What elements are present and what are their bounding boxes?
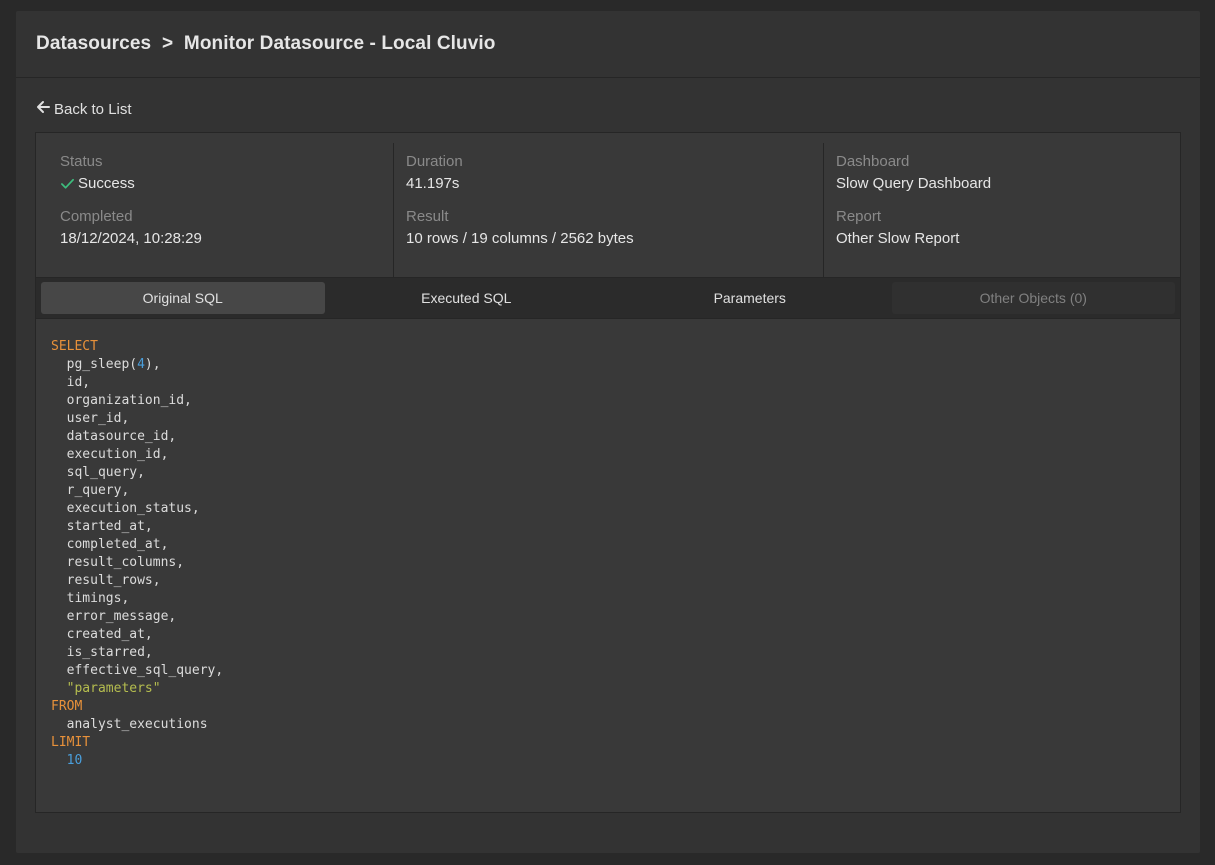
sql-token: pg_sleep(	[51, 357, 138, 372]
sql-line: effective_sql_query,	[51, 662, 1180, 680]
sql-line: user_id,	[51, 410, 1180, 428]
sql-token-num: 4	[137, 357, 145, 372]
sql-token: result_rows,	[51, 573, 161, 588]
tab-executed-sql[interactable]: Executed SQL	[325, 282, 609, 314]
sql-line: 10	[51, 752, 1180, 770]
sql-line: result_columns,	[51, 554, 1180, 572]
sql-line: error_message,	[51, 608, 1180, 626]
meta-column-status: Status Success Completed 18/12/2024, 10:…	[36, 143, 393, 277]
sql-line: is_starred,	[51, 644, 1180, 662]
sql-token: result_columns,	[51, 555, 185, 570]
execution-metadata: Status Success Completed 18/12/2024, 10:…	[36, 133, 1180, 277]
sql-token: effective_sql_query,	[51, 663, 224, 678]
sql-token: analyst_executions	[51, 717, 208, 732]
sql-line: LIMIT	[51, 734, 1180, 752]
arrow-left-icon	[36, 100, 50, 118]
sql-token: ),	[144, 357, 161, 372]
status-text: Success	[78, 175, 135, 192]
status-value: Success	[60, 172, 393, 195]
sql-token-num: 10	[66, 753, 83, 768]
sql-token: error_message,	[51, 609, 177, 624]
result-value: 10 rows / 19 columns / 2562 bytes	[406, 230, 634, 247]
sql-line: analyst_executions	[51, 716, 1180, 734]
sql-line: r_query,	[51, 482, 1180, 500]
tab-other-objects: Other Objects (0)	[891, 282, 1175, 314]
sql-line: sql_query,	[51, 464, 1180, 482]
completed-value: 18/12/2024, 10:28:29	[60, 230, 202, 247]
sql-token-kw: LIMIT	[51, 735, 91, 750]
tab-parameters[interactable]: Parameters	[608, 282, 892, 314]
breadcrumb-separator-glyph: >	[161, 33, 174, 54]
sql-line: pg_sleep(4),	[51, 356, 1180, 374]
back-to-list-label: Back to List	[54, 100, 132, 118]
sql-token: datasource_id,	[51, 429, 177, 444]
sql-token: is_starred,	[51, 645, 153, 660]
breadcrumb: Datasources > Monitor Datasource - Local…	[36, 33, 495, 55]
report-value: Other Slow Report	[836, 230, 960, 247]
sql-line: execution_status,	[51, 500, 1180, 518]
sql-line: "parameters"	[51, 680, 1180, 698]
meta-column-duration: Duration 41.197s Result 10 rows / 19 col…	[393, 143, 823, 277]
sql-token: timings,	[51, 591, 130, 606]
sql-token: created_at,	[51, 627, 153, 642]
duration-value: 41.197s	[406, 175, 460, 192]
sql-token: execution_id,	[51, 447, 169, 462]
breadcrumb-space	[173, 33, 178, 54]
sql-token-str: "parameters"	[66, 681, 161, 696]
sql-line: result_rows,	[51, 572, 1180, 590]
sql-token: user_id,	[51, 411, 130, 426]
status-label: Status	[60, 153, 103, 170]
duration-label: Duration	[406, 153, 463, 170]
sql-token: sql_query,	[51, 465, 145, 480]
dashboard-value: Slow Query Dashboard	[836, 175, 992, 192]
report-label: Report	[836, 208, 882, 225]
meta-column-dashboard: Dashboard Slow Query Dashboard Report Ot…	[823, 143, 1169, 277]
sql-code-viewer[interactable]: SELECT pg_sleep(4), id, organization_id,…	[36, 319, 1180, 770]
sql-token: id,	[51, 375, 91, 390]
dashboard-label: Dashboard	[836, 153, 910, 170]
breadcrumb-datasources-link[interactable]: Datasources	[36, 33, 151, 54]
sql-line: datasource_id,	[51, 428, 1180, 446]
sql-tabs: Original SQL Executed SQL Parameters Oth…	[36, 277, 1180, 319]
sql-token: organization_id,	[51, 393, 192, 408]
sql-token: completed_at,	[51, 537, 169, 552]
sql-line: started_at,	[51, 518, 1180, 536]
sql-token-kw: FROM	[51, 699, 83, 714]
sql-line: completed_at,	[51, 536, 1180, 554]
sql-line: id,	[51, 374, 1180, 392]
sql-token: started_at,	[51, 519, 153, 534]
check-icon	[60, 176, 75, 191]
sql-line: organization_id,	[51, 392, 1180, 410]
sql-token-kw: SELECT	[51, 339, 98, 354]
page-header: Datasources > Monitor Datasource - Local…	[16, 11, 1200, 78]
sql-token: execution_status,	[51, 501, 200, 516]
sql-line: SELECT	[51, 338, 1180, 356]
sql-line: timings,	[51, 590, 1180, 608]
completed-label: Completed	[60, 208, 133, 225]
back-to-list-link[interactable]: Back to List	[36, 100, 132, 118]
execution-detail-panel: Status Success Completed 18/12/2024, 10:…	[35, 132, 1181, 813]
result-label: Result	[406, 208, 449, 225]
sql-line: execution_id,	[51, 446, 1180, 464]
tab-original-sql[interactable]: Original SQL	[41, 282, 325, 314]
page-container: Datasources > Monitor Datasource - Local…	[16, 11, 1200, 853]
sql-line: FROM	[51, 698, 1180, 716]
sql-token: r_query,	[51, 483, 130, 498]
sql-line: created_at,	[51, 626, 1180, 644]
breadcrumb-current: Monitor Datasource - Local Cluvio	[183, 33, 496, 54]
